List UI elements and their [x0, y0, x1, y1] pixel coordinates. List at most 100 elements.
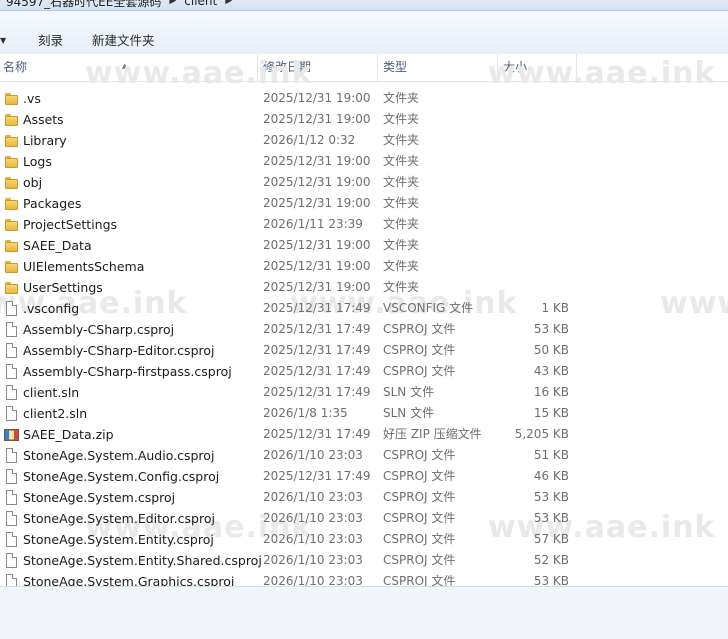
file-date: 2026/1/10 23:03	[263, 574, 363, 586]
file-type: 文件夹	[383, 112, 420, 126]
file-type: CSPROJ 文件	[383, 469, 456, 483]
file-date: 2025/12/31 19:00	[263, 175, 371, 189]
file-row[interactable]: Assembly-CSharp-firstpass.csproj 2025/12/…	[0, 361, 728, 382]
file-row[interactable]: ProjectSettings 2026/1/11 23:39 文件夹	[0, 214, 728, 235]
file-row[interactable]: StoneAge.System.csproj 2026/1/10 23:03 CSP…	[0, 487, 728, 508]
file-size: 53 KB	[533, 490, 569, 504]
file-icon	[4, 322, 19, 337]
folder-icon	[4, 154, 19, 169]
file-date: 2025/12/31 17:49	[263, 427, 371, 441]
breadcrumb-separator-icon[interactable]: ▶	[167, 0, 178, 6]
column-type-label: 类型	[383, 60, 408, 74]
file-row[interactable]: .vsconfig 2025/12/31 17:49 VSCONFIG 文件 1 KB	[0, 298, 728, 319]
file-name: StoneAge.System.Entity.csproj	[23, 532, 214, 547]
column-header-type[interactable]: 类型	[378, 54, 498, 81]
file-name: SAEE_Data	[23, 238, 92, 253]
file-icon	[4, 406, 19, 421]
file-type: 文件夹	[383, 133, 420, 147]
file-row[interactable]: Library 2026/1/12 0:32 文件夹	[0, 130, 728, 151]
file-size: 1 KB	[541, 301, 569, 315]
file-row[interactable]: Assembly-CSharp-Editor.csproj 2025/12/31 …	[0, 340, 728, 361]
file-type: 文件夹	[383, 238, 420, 252]
file-row[interactable]: StoneAge.System.Graphics.csproj 2026/1/10…	[0, 571, 728, 586]
file-name: StoneAge.System.Config.csproj	[23, 469, 220, 484]
file-name: .vs	[23, 91, 41, 106]
file-icon	[4, 448, 19, 463]
file-row[interactable]: StoneAge.System.Audio.csproj 2026/1/10 23…	[0, 445, 728, 466]
file-type: 文件夹	[383, 259, 420, 273]
file-type: SLN 文件	[383, 385, 435, 399]
file-row[interactable]: Assembly-CSharp.csproj 2025/12/31 17:49 CS…	[0, 319, 728, 340]
file-name: client.sln	[23, 385, 80, 400]
column-name-label: 名称	[3, 60, 28, 74]
file-row[interactable]: obj 2025/12/31 19:00 文件夹	[0, 172, 728, 193]
file-name: obj	[23, 175, 43, 190]
file-name: client2.sln	[23, 406, 88, 421]
file-name: Assembly-CSharp-Editor.csproj	[23, 343, 215, 358]
file-type: 文件夹	[383, 280, 420, 294]
new-folder-button[interactable]: 新建文件夹	[92, 30, 155, 49]
file-row[interactable]: StoneAge.System.Config.csproj 2025/12/31 …	[0, 466, 728, 487]
file-date: 2026/1/10 23:03	[263, 553, 363, 567]
folder-icon	[4, 280, 19, 295]
file-list: .vs 2025/12/31 19:00 文件夹 Assets 2025/12/31 1…	[0, 88, 728, 586]
file-row[interactable]: SAEE_Data 2025/12/31 19:00 文件夹	[0, 235, 728, 256]
file-row[interactable]: client2.sln 2026/1/8 1:35 SLN 文件 15 KB	[0, 403, 728, 424]
file-icon	[4, 553, 19, 568]
folder-icon	[4, 133, 19, 148]
file-name: Assembly-CSharp.csproj	[23, 322, 175, 337]
file-date: 2026/1/10 23:03	[263, 448, 363, 462]
command-bar: ▼ 刻录 新建文件夹	[0, 11, 728, 55]
breadcrumb-separator-icon[interactable]: ▶	[223, 0, 234, 6]
file-row[interactable]: StoneAge.System.Entity.Shared.csproj 2026…	[0, 550, 728, 571]
breadcrumb-root[interactable]: 94597_石器时代EE全套源码	[0, 0, 167, 10]
file-row[interactable]: client.sln 2025/12/31 17:49 SLN 文件 16 KB	[0, 382, 728, 403]
file-type: SLN 文件	[383, 406, 435, 420]
file-icon	[4, 301, 19, 316]
organize-dropdown-icon[interactable]: ▼	[0, 36, 6, 45]
folder-icon	[4, 238, 19, 253]
file-size: 57 KB	[533, 532, 569, 546]
file-row[interactable]: Packages 2025/12/31 19:00 文件夹	[0, 193, 728, 214]
file-size: 53 KB	[533, 574, 569, 586]
file-date: 2025/12/31 17:49	[263, 322, 371, 336]
file-row[interactable]: .vs 2025/12/31 19:00 文件夹	[0, 88, 728, 109]
file-type: CSPROJ 文件	[383, 343, 456, 357]
file-date: 2025/12/31 19:00	[263, 280, 371, 294]
file-row[interactable]: Logs 2025/12/31 19:00 文件夹	[0, 151, 728, 172]
file-type: 文件夹	[383, 175, 420, 189]
folder-icon	[4, 91, 19, 106]
file-date: 2025/12/31 19:00	[263, 112, 371, 126]
address-bar[interactable]: 94597_石器时代EE全套源码 ▶ client ▶	[0, 0, 728, 11]
file-type: CSPROJ 文件	[383, 364, 456, 378]
zip-archive-icon	[4, 427, 19, 442]
file-row[interactable]: UserSettings 2025/12/31 19:00 文件夹	[0, 277, 728, 298]
file-icon	[4, 511, 19, 526]
file-size: 50 KB	[533, 343, 569, 357]
file-icon	[4, 490, 19, 505]
file-row[interactable]: SAEE_Data.zip 2025/12/31 17:49 好压 ZIP 压缩文件…	[0, 424, 728, 445]
file-date: 2025/12/31 19:00	[263, 91, 371, 105]
file-row[interactable]: StoneAge.System.Editor.csproj 2026/1/10 2…	[0, 508, 728, 529]
file-row[interactable]: UIElementsSchema 2025/12/31 19:00 文件夹	[0, 256, 728, 277]
file-date: 2026/1/11 23:39	[263, 217, 363, 231]
file-date: 2026/1/8 1:35	[263, 406, 348, 420]
column-header-size[interactable]: 大小	[498, 54, 577, 81]
file-icon	[4, 385, 19, 400]
breadcrumb-client[interactable]: client	[178, 0, 223, 8]
file-type: 文件夹	[383, 91, 420, 105]
folder-icon	[4, 175, 19, 190]
file-name: Packages	[23, 196, 82, 211]
column-header-date[interactable]: 修改日期	[258, 54, 378, 81]
folder-icon	[4, 112, 19, 127]
column-header-name[interactable]: 名称 ▲	[0, 54, 258, 81]
column-date-label: 修改日期	[263, 60, 312, 74]
file-date: 2026/1/10 23:03	[263, 490, 363, 504]
file-type: VSCONFIG 文件	[383, 301, 474, 315]
file-name: StoneAge.System.csproj	[23, 490, 176, 505]
file-date: 2025/12/31 19:00	[263, 154, 371, 168]
burn-button[interactable]: 刻录	[38, 30, 63, 49]
file-row[interactable]: Assets 2025/12/31 19:00 文件夹	[0, 109, 728, 130]
file-row[interactable]: StoneAge.System.Entity.csproj 2026/1/10 2…	[0, 529, 728, 550]
folder-icon	[4, 259, 19, 274]
